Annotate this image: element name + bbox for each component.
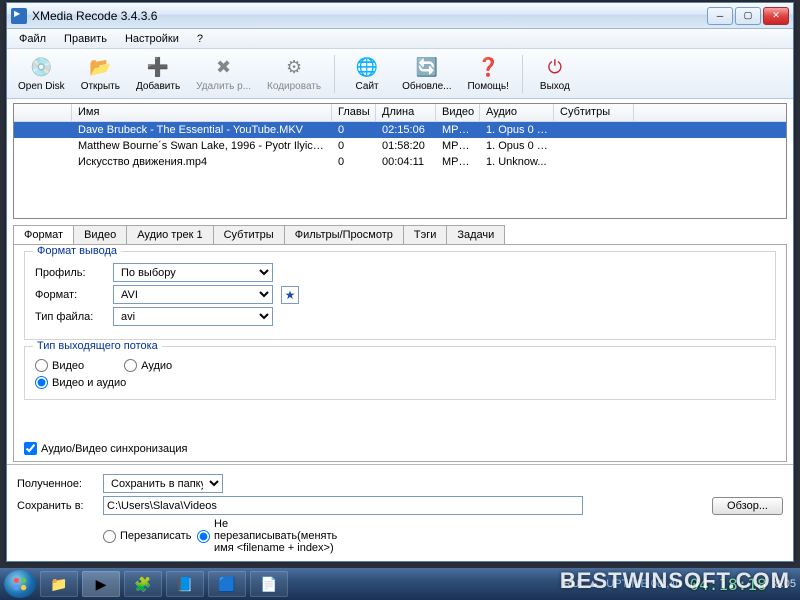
- tool-help[interactable]: ❓Помощь!: [460, 53, 515, 95]
- radio-both[interactable]: Видео и аудио: [35, 376, 765, 389]
- tool-encode: ⚙Кодировать: [260, 53, 328, 95]
- tool-site[interactable]: 🌐Сайт: [341, 53, 393, 95]
- received-label: Полученное:: [17, 478, 95, 490]
- tab-3[interactable]: Субтитры: [213, 225, 285, 244]
- output-format-group: Формат вывода Профиль: По выбору Формат:…: [24, 251, 776, 340]
- table-row[interactable]: Искусство движения.mp4000:04:11MPE...1. …: [14, 154, 786, 170]
- remove-icon: ✖: [212, 56, 236, 80]
- col-icon[interactable]: [14, 104, 72, 121]
- maximize-button[interactable]: ▢: [735, 7, 761, 25]
- table-row[interactable]: Dave Brubeck - The Essential - YouTube.M…: [14, 122, 786, 138]
- group-title: Формат вывода: [33, 245, 121, 257]
- tabstrip: ФорматВидеоАудио трек 1СубтитрыФильтры/П…: [13, 225, 787, 244]
- format-panel: Формат вывода Профиль: По выбору Формат:…: [13, 244, 787, 462]
- col-length[interactable]: Длина: [376, 104, 436, 121]
- taskbar-icon[interactable]: 📘: [166, 571, 204, 597]
- taskbar-icon[interactable]: 🟦: [208, 571, 246, 597]
- open-disk-icon: 💿: [29, 56, 53, 80]
- update-icon: 🔄: [415, 56, 439, 80]
- col-audio[interactable]: Аудио: [480, 104, 554, 121]
- app-window: XMedia Recode 3.4.3.6 ─ ▢ ✕ ФайлПравитьН…: [6, 2, 794, 562]
- tab-5[interactable]: Тэги: [403, 225, 448, 244]
- save-label: Сохранить в:: [17, 500, 95, 512]
- tool-remove: ✖Удалить р...: [189, 53, 258, 95]
- add-icon: ➕: [146, 56, 170, 80]
- site-icon: 🌐: [355, 56, 379, 80]
- tool-exit[interactable]: ⏻Выход: [529, 53, 581, 95]
- menu-Настройки[interactable]: Настройки: [117, 31, 187, 47]
- tab-6[interactable]: Задачи: [446, 225, 505, 244]
- bottom-panel: Полученное: Сохранить в папку Сохранить …: [7, 464, 793, 561]
- filetype-select[interactable]: avi: [113, 307, 273, 326]
- menu-Файл[interactable]: Файл: [11, 31, 54, 47]
- stream-type-group: Тип выходящего потока Видео Аудио Видео …: [24, 346, 776, 400]
- tool-update[interactable]: 🔄Обновле...: [395, 53, 458, 95]
- window-title: XMedia Recode 3.4.3.6: [32, 9, 707, 23]
- menu-Править[interactable]: Править: [56, 31, 115, 47]
- received-select[interactable]: Сохранить в папку: [103, 474, 223, 493]
- table-row[interactable]: Matthew Bourne´s Swan Lake, 1996 - Pyotr…: [14, 138, 786, 154]
- app-icon: [11, 8, 27, 24]
- tool-open-disk[interactable]: 💿Open Disk: [11, 53, 72, 95]
- profile-label: Профиль:: [35, 267, 105, 279]
- profile-select[interactable]: По выбору: [113, 263, 273, 282]
- radio-no-overwrite[interactable]: Не перезаписывать(менять имя <filename +…: [197, 518, 267, 554]
- file-list: ИмяГлавыДлинаВидеоАудиоСубтитры Dave Bru…: [13, 103, 787, 219]
- format-select[interactable]: AVI: [113, 285, 273, 304]
- menu-?[interactable]: ?: [189, 31, 211, 47]
- taskbar-app-icon[interactable]: ▶: [82, 571, 120, 597]
- start-button[interactable]: [4, 570, 36, 598]
- tool-add[interactable]: ➕Добавить: [129, 53, 187, 95]
- format-label: Формат:: [35, 289, 105, 301]
- menubar: ФайлПравитьНастройки?: [7, 29, 793, 49]
- help-icon: ❓: [476, 56, 500, 80]
- radio-overwrite[interactable]: Перезаписать: [103, 530, 173, 543]
- radio-audio[interactable]: Аудио: [124, 359, 172, 372]
- watermark: BESTWINSOFT.COM: [560, 568, 790, 594]
- save-path-input[interactable]: [103, 496, 583, 515]
- group-title: Тип выходящего потока: [33, 340, 162, 352]
- favorite-button[interactable]: ★: [281, 286, 299, 304]
- filetype-label: Тип файла:: [35, 311, 105, 323]
- col-chapters[interactable]: Главы: [332, 104, 376, 121]
- list-body[interactable]: Dave Brubeck - The Essential - YouTube.M…: [14, 122, 786, 218]
- radio-video[interactable]: Видео: [35, 359, 84, 372]
- col-video[interactable]: Видео: [436, 104, 480, 121]
- tab-0[interactable]: Формат: [13, 225, 74, 244]
- encode-icon: ⚙: [282, 56, 306, 80]
- taskbar-explorer-icon[interactable]: 📁: [40, 571, 78, 597]
- tab-1[interactable]: Видео: [73, 225, 127, 244]
- tool-open[interactable]: 📂Открыть: [74, 53, 127, 95]
- av-sync-checkbox[interactable]: Аудио/Видео синхронизация: [24, 442, 776, 455]
- exit-icon: ⏻: [543, 56, 567, 80]
- col-name[interactable]: Имя: [72, 104, 332, 121]
- tab-4[interactable]: Фильтры/Просмотр: [284, 225, 404, 244]
- open-icon: 📂: [88, 56, 112, 80]
- taskbar-icon[interactable]: 🧩: [124, 571, 162, 597]
- col-subs[interactable]: Субтитры: [554, 104, 634, 121]
- minimize-button[interactable]: ─: [707, 7, 733, 25]
- close-button[interactable]: ✕: [763, 7, 789, 25]
- browse-button[interactable]: Обзор...: [712, 497, 783, 515]
- toolbar: 💿Open Disk📂Открыть➕Добавить✖Удалить р...…: [7, 49, 793, 99]
- taskbar-icon[interactable]: 📄: [250, 571, 288, 597]
- list-header: ИмяГлавыДлинаВидеоАудиоСубтитры: [14, 104, 786, 122]
- titlebar[interactable]: XMedia Recode 3.4.3.6 ─ ▢ ✕: [7, 3, 793, 29]
- tab-2[interactable]: Аудио трек 1: [126, 225, 213, 244]
